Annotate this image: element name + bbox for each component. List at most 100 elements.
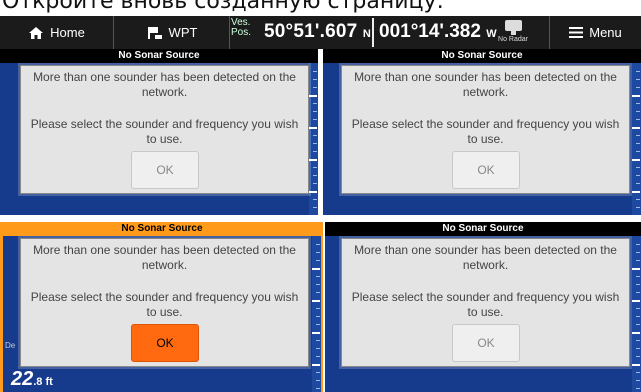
dialog-message-select: Please select the sounder and frequency … bbox=[30, 290, 299, 319]
scale-major-tick bbox=[309, 191, 317, 193]
depth-scale bbox=[632, 63, 641, 215]
scale-minor-tick bbox=[316, 380, 320, 381]
scale-major-tick bbox=[312, 268, 320, 270]
scale-minor-tick bbox=[313, 143, 317, 144]
dialog-message-detected: More than one sounder has been detected … bbox=[354, 243, 617, 272]
dialog-message-detected: More than one sounder has been detected … bbox=[33, 70, 296, 99]
scale-minor-tick bbox=[636, 324, 640, 325]
scale-minor-tick bbox=[316, 276, 320, 277]
scale-minor-tick bbox=[636, 276, 640, 277]
radar-icon bbox=[505, 20, 522, 35]
sonar-pane-top-right[interactable]: No Sonar Source More than one sounder ha… bbox=[323, 49, 641, 215]
scale-minor-tick bbox=[636, 183, 640, 184]
coordinate-divider bbox=[372, 18, 374, 47]
scale-minor-tick bbox=[316, 340, 320, 341]
scale-minor-tick bbox=[636, 356, 640, 357]
scale-minor-tick bbox=[316, 308, 320, 309]
scale-major-tick bbox=[309, 95, 317, 97]
dialog-message-select: Please select the sounder and frequency … bbox=[351, 117, 620, 146]
scale-major-tick bbox=[632, 95, 640, 97]
depth-scale bbox=[312, 236, 321, 392]
scale-minor-tick bbox=[636, 71, 640, 72]
scale-major-tick bbox=[632, 127, 640, 129]
home-icon bbox=[29, 26, 44, 39]
radar-label: No Radar bbox=[498, 36, 528, 43]
ok-button-focused[interactable]: OK bbox=[131, 324, 199, 362]
scale-minor-tick bbox=[316, 260, 320, 261]
page-caption: Откройте вновь созданную страницу: bbox=[2, 0, 444, 14]
ok-button[interactable]: OK bbox=[452, 151, 520, 189]
sonar-pane-bottom-right[interactable]: No Sonar Source More than one sounder ha… bbox=[325, 222, 641, 392]
dialog-message-detected: More than one sounder has been detected … bbox=[354, 70, 617, 99]
scale-minor-tick bbox=[636, 143, 640, 144]
scale-major-tick bbox=[632, 159, 640, 161]
waypoint-button[interactable]: WPT bbox=[115, 16, 230, 49]
scale-minor-tick bbox=[636, 252, 640, 253]
scale-minor-tick bbox=[636, 175, 640, 176]
scale-minor-tick bbox=[636, 388, 640, 389]
scale-minor-tick bbox=[636, 79, 640, 80]
scale-minor-tick bbox=[313, 207, 317, 208]
scale-minor-tick bbox=[316, 348, 320, 349]
scale-minor-tick bbox=[313, 135, 317, 136]
scale-minor-tick bbox=[636, 244, 640, 245]
scale-minor-tick bbox=[636, 260, 640, 261]
pane-title: No Sonar Source bbox=[3, 222, 321, 236]
scale-minor-tick bbox=[636, 308, 640, 309]
scale-minor-tick bbox=[313, 119, 317, 120]
scale-minor-tick bbox=[316, 372, 320, 373]
depth-label: De bbox=[5, 341, 16, 350]
scale-major-tick bbox=[312, 332, 320, 334]
scale-minor-tick bbox=[636, 284, 640, 285]
scale-minor-tick bbox=[636, 199, 640, 200]
vessel-position-readout: Ves. Pos. 50°51'.607 N 001°14'.382 W No R… bbox=[231, 16, 548, 49]
scale-major-tick bbox=[312, 364, 320, 366]
menu-button[interactable]: Menu bbox=[549, 16, 641, 49]
ok-button[interactable]: OK bbox=[131, 151, 199, 189]
no-sonar-dialog: More than one sounder has been detected … bbox=[341, 65, 630, 194]
dialog-message-select: Please select the sounder and frequency … bbox=[351, 290, 620, 319]
scale-minor-tick bbox=[636, 207, 640, 208]
pane-title: No Sonar Source bbox=[325, 222, 641, 236]
menu-icon bbox=[569, 27, 584, 38]
scale-minor-tick bbox=[636, 380, 640, 381]
scale-minor-tick bbox=[636, 103, 640, 104]
scale-minor-tick bbox=[636, 316, 640, 317]
scale-major-tick bbox=[632, 332, 640, 334]
scale-minor-tick bbox=[313, 71, 317, 72]
scale-minor-tick bbox=[316, 316, 320, 317]
menu-label: Menu bbox=[589, 25, 622, 40]
scale-minor-tick bbox=[313, 103, 317, 104]
scale-minor-tick bbox=[313, 175, 317, 176]
scale-minor-tick bbox=[316, 324, 320, 325]
scale-minor-tick bbox=[636, 151, 640, 152]
dialog-message-select: Please select the sounder and frequency … bbox=[30, 117, 299, 146]
longitude: 001°14'.382 W bbox=[379, 21, 497, 42]
no-sonar-dialog: More than one sounder has been detected … bbox=[341, 238, 630, 367]
sonar-pane-bottom-left[interactable]: No Sonar Source De More than one sounder… bbox=[0, 222, 323, 392]
scale-minor-tick bbox=[636, 348, 640, 349]
depth-scale bbox=[309, 63, 318, 215]
latitude: 50°51'.607 N bbox=[264, 21, 372, 42]
top-bar: Home WPT Ves. Pos. 50°51'.607 N 001°14'.3… bbox=[0, 16, 641, 49]
scale-minor-tick bbox=[636, 340, 640, 341]
home-button[interactable]: Home bbox=[0, 16, 114, 49]
radar-status: No Radar bbox=[494, 19, 532, 47]
scale-minor-tick bbox=[636, 135, 640, 136]
scale-minor-tick bbox=[316, 252, 320, 253]
ok-button[interactable]: OK bbox=[452, 324, 520, 362]
sonar-pane-top-left[interactable]: No Sonar Source More than one sounder ha… bbox=[0, 49, 318, 215]
scale-minor-tick bbox=[313, 167, 317, 168]
scale-minor-tick bbox=[316, 356, 320, 357]
scale-minor-tick bbox=[316, 292, 320, 293]
depth-readout: 22.8 ft bbox=[11, 368, 53, 390]
waypoint-label: WPT bbox=[168, 25, 198, 40]
scale-minor-tick bbox=[313, 183, 317, 184]
pane-title: No Sonar Source bbox=[323, 49, 641, 63]
scale-major-tick bbox=[632, 191, 640, 193]
scale-major-tick bbox=[309, 127, 317, 129]
dialog-message-detected: More than one sounder has been detected … bbox=[33, 243, 296, 272]
scale-major-tick bbox=[312, 300, 320, 302]
home-label: Home bbox=[50, 25, 85, 40]
scale-minor-tick bbox=[316, 388, 320, 389]
